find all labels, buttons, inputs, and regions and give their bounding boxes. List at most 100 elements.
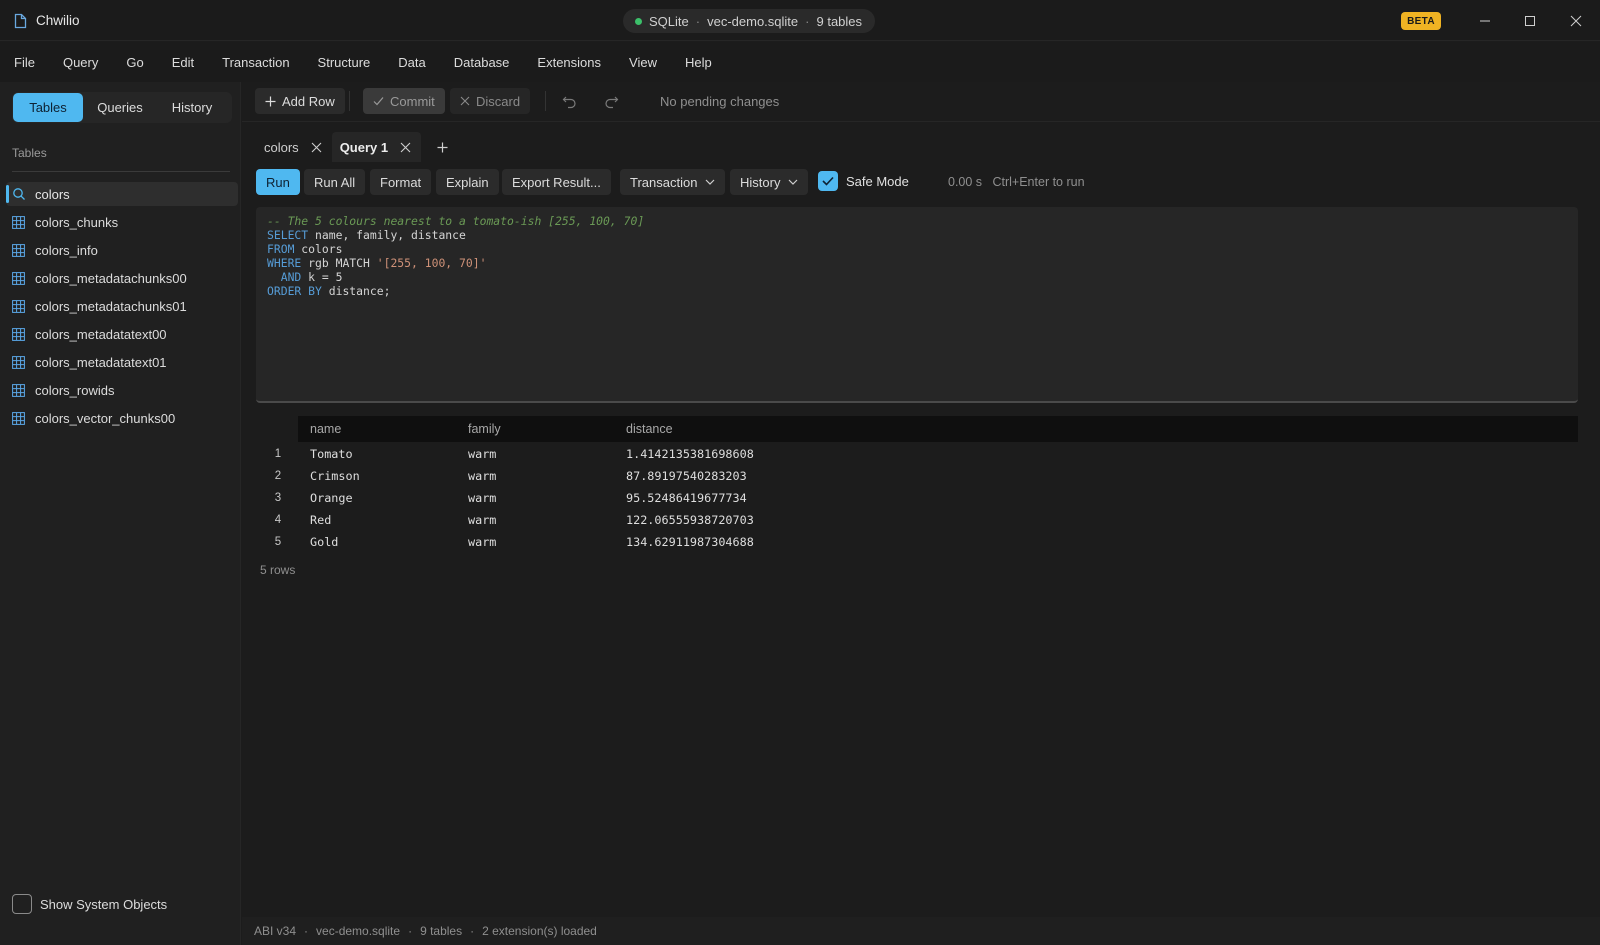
table-name: colors_info <box>35 242 98 258</box>
menu-view[interactable]: View <box>629 55 657 70</box>
close-tab-icon[interactable] <box>400 142 411 153</box>
cell-name[interactable]: Gold <box>310 535 338 549</box>
column-header-family[interactable]: family <box>468 422 501 436</box>
sql-editor[interactable]: -- The 5 colours nearest to a tomato-ish… <box>256 207 1578 403</box>
status-extensions: 2 extension(s) loaded <box>482 924 597 938</box>
table-name: colors_metadatatext00 <box>35 326 167 342</box>
menu-data[interactable]: Data <box>398 55 425 70</box>
commit-button[interactable]: Commit <box>363 88 445 114</box>
menu-go[interactable]: Go <box>126 55 143 70</box>
check-icon <box>822 176 834 186</box>
close-tab-icon[interactable] <box>311 142 322 153</box>
menu-structure[interactable]: Structure <box>318 55 371 70</box>
show-system-objects-checkbox[interactable] <box>12 894 32 914</box>
cell-name[interactable]: Red <box>310 513 331 527</box>
menu-help[interactable]: Help <box>685 55 712 70</box>
row-number: 1 <box>274 448 282 460</box>
table-row[interactable]: 3 Orange warm 95.52486419677734 <box>256 487 1578 509</box>
cell-family[interactable]: warm <box>468 535 496 549</box>
menu-transaction[interactable]: Transaction <box>222 55 289 70</box>
table-name: colors_metadatachunks00 <box>35 270 187 286</box>
table-row[interactable]: 4 Red warm 122.06555938720703 <box>256 509 1578 531</box>
cell-family[interactable]: warm <box>468 447 496 461</box>
redo-button[interactable] <box>598 88 624 114</box>
cell-name[interactable]: Crimson <box>310 469 360 483</box>
tab-tables[interactable]: Tables <box>13 93 83 122</box>
connection-database: vec-demo.sqlite <box>707 13 799 29</box>
run-hint: Ctrl+Enter to run <box>992 175 1085 189</box>
table-icon <box>12 383 25 397</box>
sidebar-item-table[interactable]: colors_rowids <box>0 376 240 404</box>
editor-line: AND k = 5 <box>280 270 343 284</box>
query-toolbar: Run Run All Format Explain Export Result… <box>242 169 1600 197</box>
cell-name[interactable]: Orange <box>310 491 353 505</box>
show-system-objects-toggle[interactable]: Show System Objects <box>12 894 167 914</box>
menu-bar: File Query Go Edit Transaction Structure… <box>0 42 1600 82</box>
query-timing: 0.00 s Ctrl+Enter to run <box>948 175 1085 189</box>
editor-line: ORDER BY distance; <box>267 284 391 298</box>
show-system-objects-label: Show System Objects <box>40 896 168 912</box>
minimize-button[interactable] <box>1470 6 1500 36</box>
menu-edit[interactable]: Edit <box>172 55 194 70</box>
table-row[interactable]: 1 Tomato warm 1.4142135381698608 <box>256 443 1578 465</box>
toolbar-separator <box>349 91 350 111</box>
transaction-dropdown[interactable]: Transaction <box>620 169 726 195</box>
table-icon <box>12 271 25 285</box>
menu-query[interactable]: Query <box>63 55 98 70</box>
menu-extensions[interactable]: Extensions <box>537 55 601 70</box>
menu-database[interactable]: Database <box>454 55 510 70</box>
connection-engine: SQLite <box>649 13 689 29</box>
table-name: colors_vector_chunks00 <box>35 410 176 426</box>
cell-name[interactable]: Tomato <box>310 447 353 461</box>
run-all-button[interactable]: Run All <box>304 169 366 195</box>
plus-icon <box>437 142 448 152</box>
redo-icon <box>604 96 618 108</box>
undo-icon <box>562 96 576 108</box>
table-search-box <box>6 182 238 206</box>
history-dropdown[interactable]: History <box>730 169 809 195</box>
sidebar-item-table[interactable]: colors_info <box>0 236 240 264</box>
tab-colors[interactable]: colors <box>256 132 332 162</box>
sidebar-item-table[interactable]: colors_metadatatext00 <box>0 320 240 348</box>
cell-family[interactable]: warm <box>468 491 496 505</box>
results-header: name family distance <box>298 416 1578 442</box>
safe-mode-checkbox[interactable] <box>818 171 838 191</box>
cell-distance[interactable]: 95.52486419677734 <box>626 491 747 505</box>
menu-file[interactable]: File <box>14 55 35 70</box>
add-row-button[interactable]: Add Row <box>255 88 345 114</box>
cell-family[interactable]: warm <box>468 513 496 527</box>
connection-pill[interactable]: SQLite · vec-demo.sqlite · 9 tables <box>623 9 876 33</box>
tab-queries[interactable]: Queries <box>83 93 157 122</box>
cell-family[interactable]: warm <box>468 469 496 483</box>
table-row[interactable]: 5 Gold warm 134.62911987304688 <box>256 531 1578 553</box>
cell-distance[interactable]: 122.06555938720703 <box>626 513 754 527</box>
close-window-button[interactable] <box>1561 6 1591 36</box>
new-tab-button[interactable] <box>427 132 457 162</box>
column-header-name[interactable]: name <box>310 422 341 436</box>
sidebar-item-table[interactable]: colors_vector_chunks00 <box>0 404 240 432</box>
tab-query-1[interactable]: Query 1 <box>331 132 422 162</box>
explain-button[interactable]: Explain <box>436 169 499 195</box>
add-row-label: Add Row <box>282 93 335 109</box>
row-count: 5 rows <box>260 563 296 577</box>
run-button[interactable]: Run <box>256 169 300 195</box>
maximize-button[interactable] <box>1515 6 1545 36</box>
table-search-input[interactable] <box>35 185 230 203</box>
sidebar-divider <box>12 171 230 172</box>
sidebar-item-table[interactable]: colors_metadatatext01 <box>0 348 240 376</box>
column-header-distance[interactable]: distance <box>626 422 673 436</box>
sidebar-item-table[interactable]: colors_metadatachunks00 <box>0 264 240 292</box>
sidebar-item-table[interactable]: colors_metadatachunks01 <box>0 292 240 320</box>
discard-button[interactable]: Discard <box>450 88 531 114</box>
cell-distance[interactable]: 134.62911987304688 <box>626 535 754 549</box>
cell-distance[interactable]: 87.89197540283203 <box>626 469 747 483</box>
table-row[interactable]: 2 Crimson warm 87.89197540283203 <box>256 465 1578 487</box>
export-result-button[interactable]: Export Result... <box>502 169 611 195</box>
transaction-label: Transaction <box>630 174 698 190</box>
status-database: vec-demo.sqlite <box>316 924 401 938</box>
sidebar-item-table[interactable]: colors_chunks <box>0 208 240 236</box>
undo-button[interactable] <box>556 88 582 114</box>
cell-distance[interactable]: 1.4142135381698608 <box>626 447 754 461</box>
tab-history[interactable]: History <box>157 93 227 122</box>
format-button[interactable]: Format <box>370 169 432 195</box>
